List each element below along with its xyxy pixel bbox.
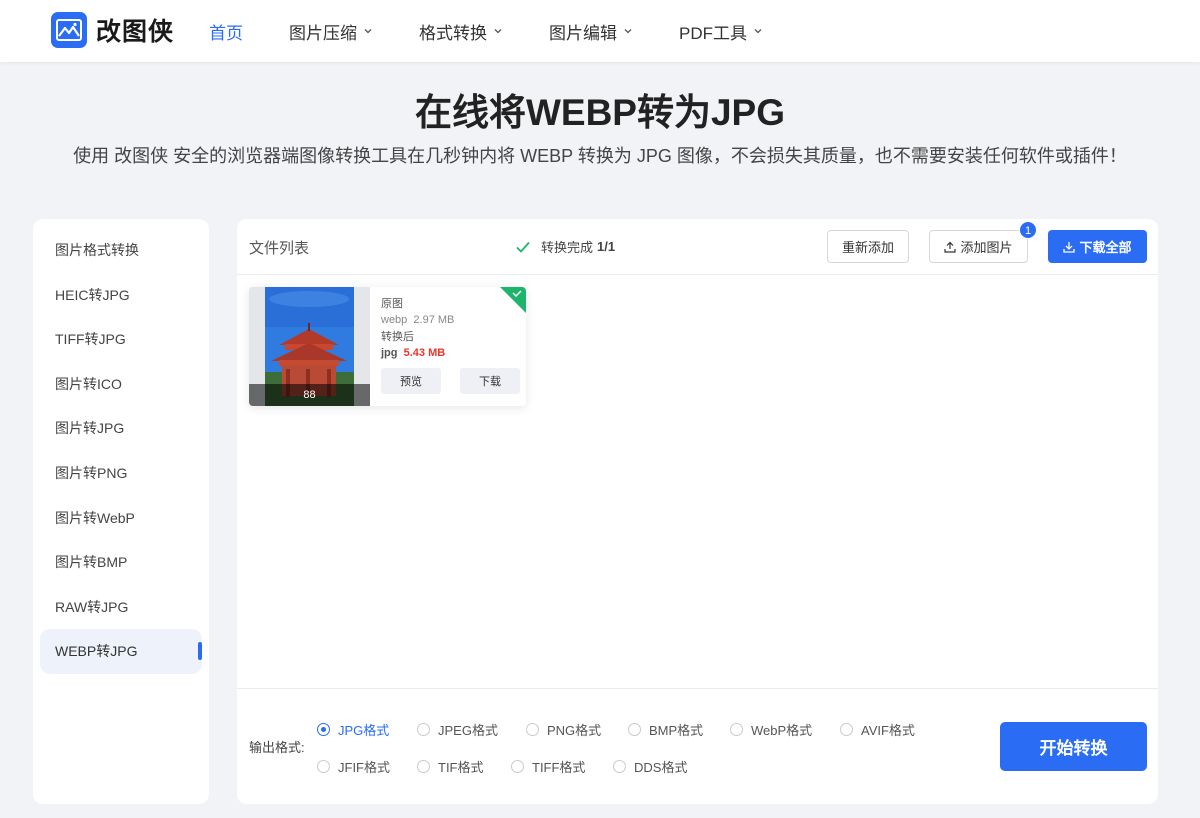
chevron-down-icon: [624, 29, 632, 34]
sidebar-item-tiff-to-jpg[interactable]: TIFF转JPG: [33, 317, 209, 362]
original-format: webp: [381, 313, 408, 326]
status-count: 1/1: [597, 239, 616, 254]
check-icon: [516, 241, 530, 253]
converted-label: 转换后: [381, 331, 414, 343]
sidebar-item-raw-to-jpg[interactable]: RAW转JPG: [33, 585, 209, 630]
download-icon: [1063, 241, 1076, 253]
original-meta: webp 2.97 MB: [381, 313, 454, 329]
main-nav: 首页 图片压缩 格式转换 图片编辑 PDF工具: [209, 0, 809, 62]
chevron-down-icon: [364, 29, 372, 34]
radio-icon: [730, 723, 743, 736]
preview-button[interactable]: 预览: [381, 368, 441, 394]
file-info: 原图 webp 2.97 MB 转换后 jpg 5.43 MB: [381, 297, 454, 361]
status-text: 转换完成: [541, 240, 594, 255]
radio-icon: [417, 760, 430, 773]
nav-convert[interactable]: 格式转换: [419, 19, 503, 44]
format-label: PNG格式: [547, 723, 602, 738]
sidebar-item-image-to-webp[interactable]: 图片转WebP: [33, 496, 209, 541]
format-option-bmp[interactable]: BMP格式: [628, 720, 703, 739]
nav-home[interactable]: 首页: [209, 19, 243, 44]
sidebar-item-image-to-jpg[interactable]: 图片转JPG: [33, 406, 209, 451]
format-option-tiff[interactable]: TIFF格式: [511, 757, 585, 776]
file-card: 88 原图 webp 2.97 MB 转换后 jpg 5.43 MB 预览 下载: [249, 287, 526, 406]
format-option-webp[interactable]: WebP格式: [730, 720, 812, 739]
radio-icon: [840, 723, 853, 736]
nav-convert-label: 格式转换: [419, 23, 487, 43]
format-label: JFIF格式: [338, 760, 390, 775]
radio-icon: [317, 723, 330, 736]
sidebar-item-heic-to-jpg[interactable]: HEIC转JPG: [33, 273, 209, 318]
start-convert-button[interactable]: 开始转换: [1000, 722, 1147, 771]
done-corner-icon: [500, 287, 526, 313]
format-label: AVIF格式: [861, 723, 915, 738]
logo-icon: [51, 12, 87, 48]
page-title: 在线将WEBP转为JPG: [414, 92, 786, 133]
original-size: 2.97 MB: [413, 313, 455, 326]
sidebar-item-format-convert[interactable]: 图片格式转换: [33, 228, 209, 273]
nav-pdf-label: PDF工具: [679, 23, 747, 43]
radio-icon: [613, 760, 626, 773]
radio-icon: [417, 723, 430, 736]
radio-icon: [317, 760, 330, 773]
panel-toolbar: 文件列表 转换完成 1/1 重新添加 添加图片 1 下载全部: [237, 219, 1158, 275]
logo-text: 改图侠: [96, 18, 175, 46]
nav-edit-label: 图片编辑: [549, 23, 617, 43]
top-header: 改图侠 首页 图片压缩 格式转换 图片编辑 PDF工具: [0, 0, 1200, 62]
sidebar-item-image-to-bmp[interactable]: 图片转BMP: [33, 540, 209, 585]
add-image-label: 添加图片: [960, 240, 1013, 255]
format-label: TIF格式: [438, 760, 484, 775]
nav-pdf[interactable]: PDF工具: [679, 19, 763, 44]
download-all-button[interactable]: 下载全部: [1048, 230, 1147, 263]
file-list-label: 文件列表: [249, 240, 310, 257]
download-button[interactable]: 下载: [460, 368, 520, 394]
format-option-jpg[interactable]: JPG格式: [317, 720, 389, 739]
output-section: 输出格式: JPG格式 JPEG格式 PNG格式 BMP格式 WebP格式 AV…: [237, 688, 1158, 804]
radio-icon: [628, 723, 641, 736]
format-label: BMP格式: [649, 723, 704, 738]
radio-icon: [511, 760, 524, 773]
format-label: TIFF格式: [532, 760, 586, 775]
readd-button[interactable]: 重新添加: [827, 230, 909, 263]
nav-compress-label: 图片压缩: [289, 23, 357, 43]
format-label: WebP格式: [751, 723, 813, 738]
format-option-avif[interactable]: AVIF格式: [840, 720, 915, 739]
format-option-png[interactable]: PNG格式: [526, 720, 601, 739]
format-option-jfif[interactable]: JFIF格式: [317, 757, 390, 776]
logo[interactable]: 改图侠: [51, 12, 174, 48]
radio-icon: [526, 723, 539, 736]
sidebar-item-image-to-ico[interactable]: 图片转ICO: [33, 362, 209, 407]
chevron-down-icon: [754, 29, 762, 34]
thumb-count: 88: [249, 384, 370, 406]
format-option-jpeg[interactable]: JPEG格式: [417, 720, 498, 739]
chevron-down-icon: [494, 29, 502, 34]
page-subtitle: 使用 改图侠 安全的浏览器端图像转换工具在几秒钟内将 WEBP 转换为 JPG …: [73, 146, 1127, 166]
output-format-label: 输出格式:: [249, 740, 305, 755]
format-label: JPG格式: [338, 723, 390, 738]
format-option-dds[interactable]: DDS格式: [613, 757, 687, 776]
converted-size: 5.43 MB: [403, 346, 446, 359]
converter-panel: 文件列表 转换完成 1/1 重新添加 添加图片 1 下载全部 88 原图 web…: [237, 219, 1158, 804]
converted-format: jpg: [381, 346, 398, 359]
image-count-badge: 1: [1019, 221, 1037, 239]
add-image-button[interactable]: 添加图片: [929, 230, 1028, 263]
sidebar-item-image-to-png[interactable]: 图片转PNG: [33, 451, 209, 496]
conversion-status: 转换完成 1/1: [515, 237, 615, 256]
sidebar-item-webp-to-jpg[interactable]: WEBP转JPG: [40, 629, 202, 674]
original-label: 原图: [381, 298, 403, 310]
nav-home-label: 首页: [209, 23, 243, 43]
sidebar: 图片格式转换 HEIC转JPG TIFF转JPG 图片转ICO 图片转JPG 图…: [33, 219, 209, 804]
format-label: DDS格式: [634, 760, 688, 775]
readd-label: 重新添加: [841, 240, 894, 255]
image-thumbnail[interactable]: 88: [249, 287, 370, 406]
nav-compress[interactable]: 图片压缩: [289, 19, 373, 44]
format-label: JPEG格式: [438, 723, 498, 738]
upload-icon: [944, 241, 957, 253]
nav-edit[interactable]: 图片编辑: [549, 19, 633, 44]
converted-meta: jpg 5.43 MB: [381, 346, 454, 362]
download-all-label: 下载全部: [1079, 240, 1132, 255]
format-option-tif[interactable]: TIF格式: [417, 757, 484, 776]
